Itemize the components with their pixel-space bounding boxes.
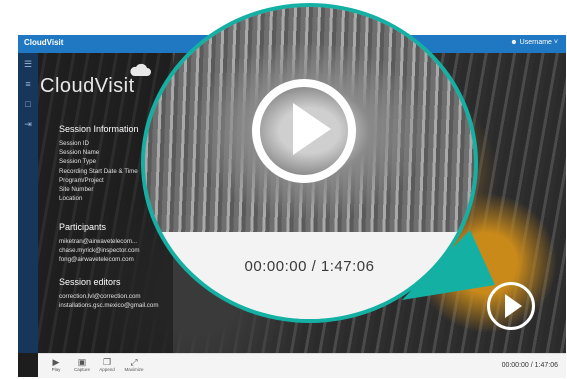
session-info-title: Session Information [59, 124, 139, 134]
brand-title: CloudVisit [40, 75, 135, 97]
field-label: Session Type [59, 158, 97, 166]
participant-item: fong@airwavetelecom.com [59, 256, 134, 264]
session-info-fields: Session ID Session Name Session Type Rec… [59, 139, 138, 203]
play-icon [505, 294, 522, 318]
folder-icon[interactable]: □ [23, 99, 33, 109]
magnified-timecode: 00:00:00 / 1:47:06 [244, 258, 375, 275]
play-icon: ▶ [52, 357, 60, 367]
field-label: Recording Start Date & Time [59, 167, 138, 175]
list-icon[interactable]: ☰ [23, 59, 33, 69]
append-icon: ❐ [102, 357, 112, 367]
maximize-icon: ⤢ [130, 357, 138, 367]
player-controls: ▶ Play ▣ Capture ❐ Append ⤢ Maximize 00:… [38, 353, 566, 378]
participant-item: miketran@airwavetelecom... [59, 238, 138, 245]
sidebar: ☰ ≡ □ ⇥ [18, 53, 38, 353]
chevron-down-icon: ˅ [553, 39, 558, 46]
logout-icon[interactable]: ⇥ [23, 119, 33, 129]
capture-control[interactable]: ▣ Capture [68, 357, 96, 373]
control-label: Play [51, 367, 61, 372]
participants-title: Participants [59, 222, 107, 232]
field-label: Program/Project [59, 176, 104, 184]
user-icon: ☻ [510, 39, 518, 46]
field-label: Location [59, 195, 83, 203]
participant-item: chase.myrick@inspector.com [59, 247, 140, 255]
session-editors-list: correction.lvl@correction.com installati… [59, 292, 158, 310]
control-label: Maximize [124, 367, 144, 372]
user-menu[interactable]: ☻ Username ˅ [510, 39, 558, 46]
participants-list: miketran@airwavetelecom... chase.myrick@… [59, 237, 140, 265]
menu-icon[interactable]: ≡ [23, 79, 33, 89]
field-label: Session Name [59, 149, 100, 157]
control-label: Append [99, 367, 115, 372]
maximize-control[interactable]: ⤢ Maximize [120, 357, 148, 373]
play-control[interactable]: ▶ Play [42, 357, 70, 373]
magnified-timebar [145, 231, 474, 319]
app-logo: CloudVisit [24, 38, 64, 47]
field-label: Site Number [59, 186, 94, 194]
username-label: Username [519, 39, 552, 46]
timecode: 00:00:00 / 1:47:06 [501, 362, 558, 369]
play-icon [293, 103, 331, 155]
editor-item: correction.lvl@correction.com [59, 293, 141, 300]
append-control[interactable]: ❐ Append [93, 357, 121, 373]
capture-icon: ▣ [77, 357, 87, 367]
field-label: Session ID [59, 140, 89, 147]
control-label: Capture [73, 367, 90, 372]
editor-item: installations.gsc.mexico@gmail.com [59, 302, 159, 310]
session-editors-title: Session editors [59, 277, 121, 287]
